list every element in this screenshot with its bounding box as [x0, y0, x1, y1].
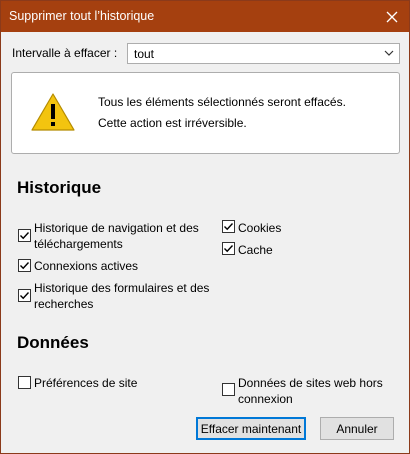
history-section-title: Historique: [17, 178, 102, 197]
checkbox-active-logins[interactable]: [18, 259, 31, 272]
range-select-value: tout: [134, 47, 155, 61]
title-bar: Supprimer tout l’historique: [1, 1, 409, 32]
checkbox-form-history[interactable]: [18, 289, 31, 302]
site-preferences-label: Préférences de site: [34, 376, 138, 390]
checkbox-site-preferences[interactable]: [18, 376, 31, 389]
form-history-label: Historique des formulaires et des recherc…: [34, 281, 210, 311]
checkmark-icon: [20, 292, 30, 300]
range-select[interactable]: tout: [127, 43, 400, 64]
checkbox-cookies[interactable]: [222, 220, 235, 233]
checkmark-icon: [224, 223, 234, 231]
browsing-history-label: Historique de navigation et des télécharg…: [34, 221, 199, 251]
checkmark-icon: [20, 232, 30, 240]
checkbox-cache[interactable]: [222, 242, 235, 255]
cookies-label: Cookies: [238, 221, 282, 235]
warning-box: Tous les éléments sélectionnés seront ef…: [11, 72, 400, 154]
close-icon: [386, 11, 398, 22]
data-section-title: Données: [17, 333, 89, 352]
checkmark-icon: [224, 245, 234, 253]
clear-history-dialog: Supprimer tout l’historique Intervalle à…: [0, 0, 410, 454]
window-title: Supprimer tout l’historique: [9, 9, 155, 23]
close-button[interactable]: [375, 1, 409, 32]
warning-text-line1: Tous les éléments sélectionnés seront ef…: [98, 95, 346, 109]
checkbox-offline-website-data[interactable]: [222, 383, 235, 396]
range-label: Intervalle à effacer :: [12, 46, 118, 60]
cache-label: Cache: [238, 243, 273, 257]
chevron-down-icon: [384, 50, 394, 56]
offline-website-data-label: Données de sites web hors connexion: [238, 376, 383, 406]
clear-now-button[interactable]: Effacer maintenant: [196, 417, 306, 440]
checkmark-icon: [20, 262, 30, 270]
checkbox-browsing-history[interactable]: [18, 229, 31, 242]
warning-icon: [31, 93, 75, 131]
active-logins-label: Connexions actives: [34, 259, 139, 273]
warning-text-line2: Cette action est irréversible.: [98, 116, 247, 130]
cancel-button[interactable]: Annuler: [320, 417, 394, 440]
